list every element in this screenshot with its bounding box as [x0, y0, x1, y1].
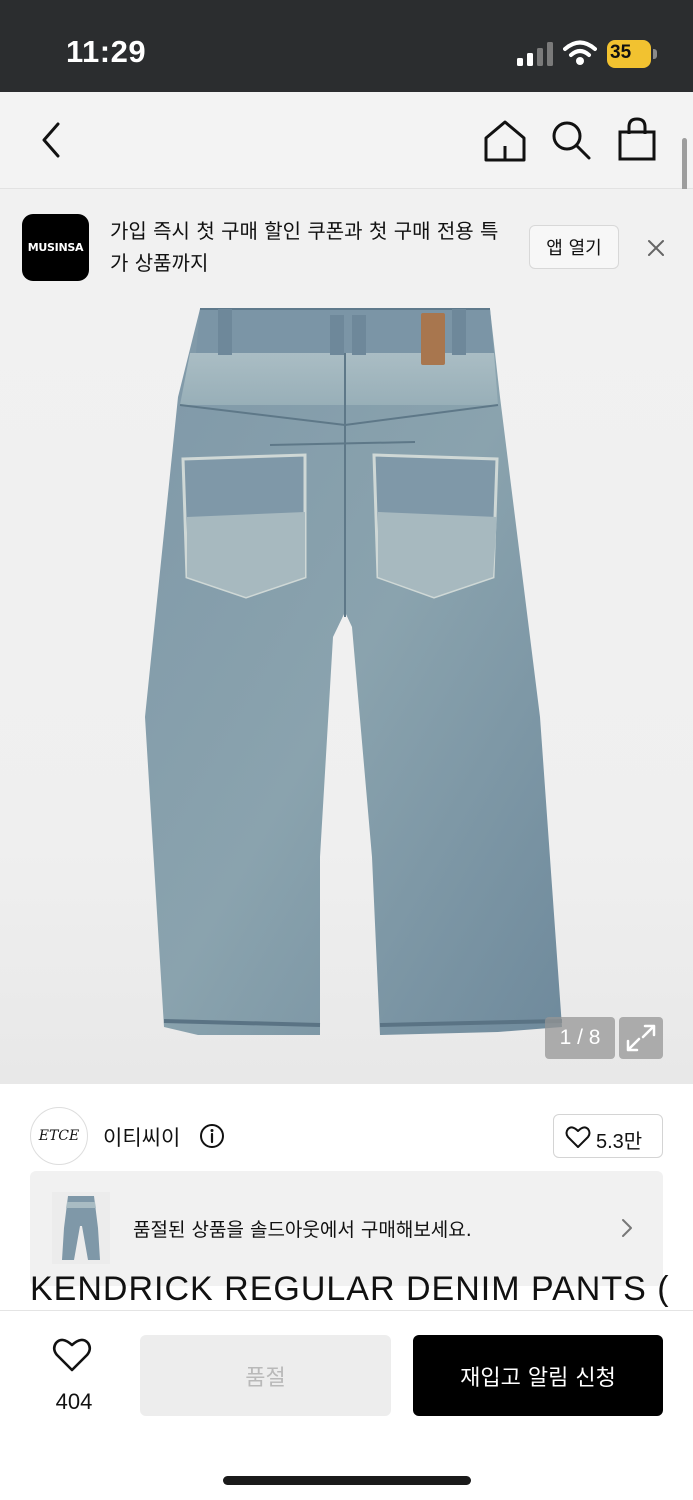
home-indicator	[223, 1476, 471, 1485]
image-counter: 1 / 8	[545, 1017, 615, 1059]
brand-logo[interactable]: ETCE	[30, 1107, 88, 1165]
app-promo-banner[interactable]: MUSINSA 가입 즉시 첫 구매 할인 쿠폰과 첫 구매 전용 특가 상품까…	[0, 189, 693, 297]
battery-level: 35	[610, 42, 632, 63]
cellular-signal-icon	[517, 42, 553, 66]
open-app-button[interactable]: 앱 열기	[529, 225, 619, 269]
battery-indicator: 35	[607, 40, 657, 68]
battery-tip	[653, 49, 657, 59]
status-bar: 11:29 35	[0, 0, 693, 92]
soldout-button: 품절	[140, 1335, 391, 1416]
battery-body: 35	[607, 40, 651, 68]
brand-row: ETCE 이티씨이 5.3만	[0, 1084, 693, 1174]
brand-like-button[interactable]: 5.3만	[553, 1114, 663, 1158]
chevron-right-icon	[622, 1219, 632, 1237]
heart-icon	[565, 1126, 591, 1148]
wishlist-button[interactable]: 404	[34, 1333, 114, 1414]
product-thumbnail	[52, 1192, 110, 1264]
promo-message: 가입 즉시 첫 구매 할인 쿠폰과 첫 구매 전용 특가 상품까지	[110, 219, 499, 275]
product-title: KENDRICK REGULAR DENIM PANTS (BLU	[30, 1270, 670, 1308]
soldout-notice-text: 품절된 상품을 솔드아웃에서 구매해보세요.	[133, 1219, 472, 1241]
status-time: 11:29	[66, 34, 147, 69]
bottom-action-bar: 404 품절 재입고 알림 신청	[0, 1310, 693, 1500]
wishlist-count: 404	[55, 1389, 93, 1414]
denim-pants-image	[145, 308, 563, 1035]
soldout-notice-card[interactable]: 품절된 상품을 솔드아웃에서 구매해보세요.	[30, 1171, 663, 1286]
home-icon[interactable]	[482, 118, 528, 164]
product-image[interactable]	[0, 297, 693, 1084]
wifi-icon	[563, 40, 597, 65]
brand-name[interactable]: 이티씨이	[103, 1122, 180, 1152]
shopping-bag-icon[interactable]	[615, 116, 659, 162]
musinsa-logo: MUSINSA	[22, 214, 89, 281]
search-icon[interactable]	[549, 118, 593, 162]
expand-icon[interactable]	[619, 1017, 663, 1059]
app-header	[0, 92, 693, 189]
close-icon[interactable]	[643, 235, 669, 261]
info-icon[interactable]	[199, 1123, 225, 1149]
brand-like-count: 5.3만	[596, 1131, 643, 1153]
back-arrow-icon[interactable]	[30, 118, 74, 162]
heart-icon	[52, 1338, 92, 1372]
restock-alert-button[interactable]: 재입고 알림 신청	[413, 1335, 663, 1416]
